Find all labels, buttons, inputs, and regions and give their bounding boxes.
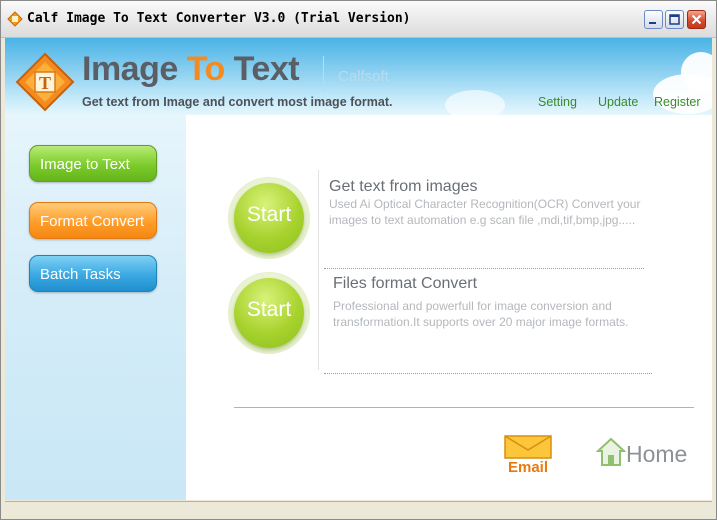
format-convert-button[interactable]: Format Convert <box>29 202 157 239</box>
home-label: Home <box>626 441 688 467</box>
app-title-to: To <box>186 50 226 88</box>
app-window: Calf Image To Text Converter V3.0 (Trial… <box>0 0 717 520</box>
close-button[interactable] <box>687 10 706 29</box>
calf-logo-icon: T <box>15 52 75 112</box>
batch-tasks-button[interactable]: Batch Tasks <box>29 255 157 292</box>
header-banner: T Image To Text Calfsoft Get text from I… <box>5 38 712 115</box>
register-link[interactable]: Register <box>654 95 701 109</box>
dotted-divider <box>324 268 644 269</box>
maximize-icon <box>669 14 680 25</box>
vertical-divider <box>318 170 319 370</box>
cloud-decoration <box>445 90 505 115</box>
start-button-label: Start <box>246 203 292 226</box>
window-title: Calf Image To Text Converter V3.0 (Trial… <box>27 11 411 26</box>
close-icon <box>691 14 702 25</box>
dotted-divider <box>324 373 652 374</box>
title-divider <box>323 56 324 92</box>
client-area: T Image To Text Calfsoft Get text from I… <box>5 38 712 500</box>
start-ocr-button[interactable]: Start <box>228 177 310 259</box>
convert-section-description: Professional and powerfull for image con… <box>333 299 629 329</box>
envelope-icon <box>504 435 552 459</box>
email-label: Email <box>507 459 549 476</box>
status-bar <box>5 501 712 518</box>
ocr-section-description: Used Ai Optical Character Recognition(OC… <box>329 197 641 227</box>
app-title-text: Text <box>224 50 300 88</box>
svg-text:T: T <box>39 73 51 93</box>
brand-name: Calfsoft <box>338 68 389 85</box>
home-button[interactable]: Home <box>596 435 696 471</box>
convert-section-title: Files format Convert <box>333 275 478 292</box>
minimize-icon <box>649 22 656 24</box>
house-icon <box>596 437 626 466</box>
image-to-text-button[interactable]: Image to Text <box>29 145 157 182</box>
main-panel: Start Start Get text from images Used Ai… <box>186 115 712 500</box>
minimize-button[interactable] <box>644 10 663 29</box>
start-convert-button[interactable]: Start <box>228 272 310 354</box>
sidebar: Image to Text Format Convert Batch Tasks <box>5 115 186 500</box>
app-title-image: Image <box>82 50 187 88</box>
tagline: Get text from Image and convert most ima… <box>82 95 393 109</box>
maximize-button[interactable] <box>665 10 684 29</box>
title-bar[interactable]: Calf Image To Text Converter V3.0 (Trial… <box>1 1 716 38</box>
start-button-label: Start <box>246 298 292 321</box>
update-link[interactable]: Update <box>598 95 638 109</box>
ocr-section-title: Get text from images <box>329 178 478 195</box>
email-button[interactable]: Email <box>498 435 558 476</box>
setting-link[interactable]: Setting <box>538 95 577 109</box>
app-title: Image To Text <box>82 50 300 88</box>
footer-divider <box>234 407 694 408</box>
app-icon <box>7 11 23 27</box>
